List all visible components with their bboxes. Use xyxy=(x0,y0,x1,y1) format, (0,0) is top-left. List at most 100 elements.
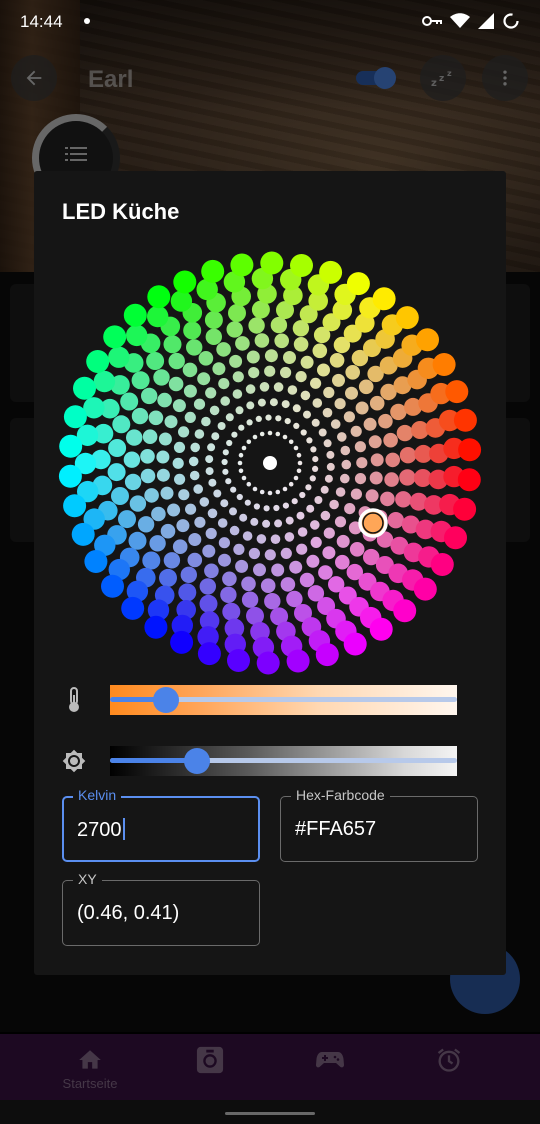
color-dot[interactable] xyxy=(293,422,300,429)
color-dot[interactable] xyxy=(202,544,216,558)
color-dot[interactable] xyxy=(273,504,280,512)
color-dot[interactable] xyxy=(238,424,245,431)
color-dot[interactable] xyxy=(131,407,149,425)
color-dot[interactable] xyxy=(270,534,281,544)
color-dot[interactable] xyxy=(178,426,190,438)
color-dot[interactable] xyxy=(216,342,231,357)
color-dot[interactable] xyxy=(241,591,259,608)
color-dot[interactable] xyxy=(252,434,258,440)
color-dot[interactable] xyxy=(128,531,147,550)
color-dot[interactable] xyxy=(248,367,260,379)
color-dot[interactable] xyxy=(73,376,96,400)
color-dot[interactable] xyxy=(184,411,196,423)
color-dot[interactable] xyxy=(253,563,266,577)
color-dot[interactable] xyxy=(248,317,265,334)
color-dot[interactable] xyxy=(297,460,303,466)
color-dot[interactable] xyxy=(156,468,170,482)
color-dot[interactable] xyxy=(350,488,362,500)
color-dot[interactable] xyxy=(120,392,139,411)
color-dot[interactable] xyxy=(141,387,158,405)
color-dot[interactable] xyxy=(153,369,170,386)
color-dot[interactable] xyxy=(58,464,82,488)
color-dot[interactable] xyxy=(164,415,178,429)
color-dot[interactable] xyxy=(267,430,273,436)
color-dot[interactable] xyxy=(111,487,129,505)
color-dot[interactable] xyxy=(317,363,330,377)
color-dot[interactable] xyxy=(231,431,238,438)
color-dot[interactable] xyxy=(300,429,307,436)
color-dot[interactable] xyxy=(292,404,301,413)
color-dot[interactable] xyxy=(322,407,333,418)
color-dot[interactable] xyxy=(236,493,243,501)
color-dot[interactable] xyxy=(326,462,335,471)
color-dot[interactable] xyxy=(312,465,319,472)
color-dot[interactable] xyxy=(204,311,223,329)
color-dot[interactable] xyxy=(220,396,230,406)
color-dot[interactable] xyxy=(226,439,233,447)
color-dot[interactable] xyxy=(274,333,289,349)
color-dot[interactable] xyxy=(207,443,216,452)
color-dot[interactable] xyxy=(280,366,292,379)
color-dot[interactable] xyxy=(205,328,222,345)
color-dot[interactable] xyxy=(372,509,388,525)
color-dot[interactable] xyxy=(346,272,370,296)
color-dot[interactable] xyxy=(369,395,385,411)
color-dot[interactable] xyxy=(207,508,218,519)
color-dot[interactable] xyxy=(209,405,220,416)
temperature-thumb[interactable] xyxy=(152,687,179,713)
color-dot[interactable] xyxy=(354,441,366,453)
color-dot[interactable] xyxy=(142,551,161,570)
color-dot[interactable] xyxy=(337,432,347,442)
color-dot[interactable] xyxy=(282,434,288,440)
hex-color-input[interactable]: #FFA657 xyxy=(295,818,376,841)
color-dot[interactable] xyxy=(241,576,256,592)
color-dot[interactable] xyxy=(144,615,168,639)
color-dot[interactable] xyxy=(84,550,108,573)
color-dot[interactable] xyxy=(282,486,288,492)
color-dot[interactable] xyxy=(189,470,200,481)
color-dot[interactable] xyxy=(178,583,197,602)
color-dot[interactable] xyxy=(310,446,317,453)
color-dot[interactable] xyxy=(291,498,298,505)
color-dot[interactable] xyxy=(293,337,309,352)
color-dot[interactable] xyxy=(71,522,95,546)
color-dot[interactable] xyxy=(180,566,197,583)
color-dot[interactable] xyxy=(246,481,252,487)
color-dot[interactable] xyxy=(335,554,350,570)
hex-color-field[interactable]: Hex-Farbcode #FFA657 xyxy=(280,787,478,862)
color-dot[interactable] xyxy=(369,617,393,641)
color-dot[interactable] xyxy=(312,456,319,463)
color-dot[interactable] xyxy=(201,416,211,427)
color-dot[interactable] xyxy=(174,473,186,485)
color-dot[interactable] xyxy=(372,287,396,311)
color-dot[interactable] xyxy=(213,489,222,498)
color-dot[interactable] xyxy=(107,463,126,482)
color-dot[interactable] xyxy=(222,602,241,621)
color-dot[interactable] xyxy=(341,459,352,470)
color-dot[interactable] xyxy=(218,553,231,567)
color-dot[interactable] xyxy=(238,452,244,458)
color-dot[interactable] xyxy=(312,343,328,359)
color-dot[interactable] xyxy=(309,475,316,482)
color-dot[interactable] xyxy=(264,365,276,377)
color-dot[interactable] xyxy=(413,577,437,601)
color-dot[interactable] xyxy=(205,455,214,464)
color-dot[interactable] xyxy=(187,552,203,568)
color-dot[interactable] xyxy=(336,534,350,548)
color-dot[interactable] xyxy=(101,574,124,598)
color-dot[interactable] xyxy=(245,384,256,394)
color-dot[interactable] xyxy=(163,335,182,354)
color-dot[interactable] xyxy=(118,510,136,529)
color-dot[interactable] xyxy=(343,632,367,656)
color-dot[interactable] xyxy=(306,554,320,568)
color-dot[interactable] xyxy=(157,392,172,408)
color-dot[interactable] xyxy=(193,484,203,494)
color-dot[interactable] xyxy=(170,630,194,654)
color-dot[interactable] xyxy=(310,520,320,530)
color-dot[interactable] xyxy=(319,260,343,284)
color-dot[interactable] xyxy=(306,504,315,513)
color-dot[interactable] xyxy=(205,467,214,476)
color-dot[interactable] xyxy=(246,401,255,410)
color-dot[interactable] xyxy=(358,506,372,520)
color-dot[interactable] xyxy=(193,398,206,410)
